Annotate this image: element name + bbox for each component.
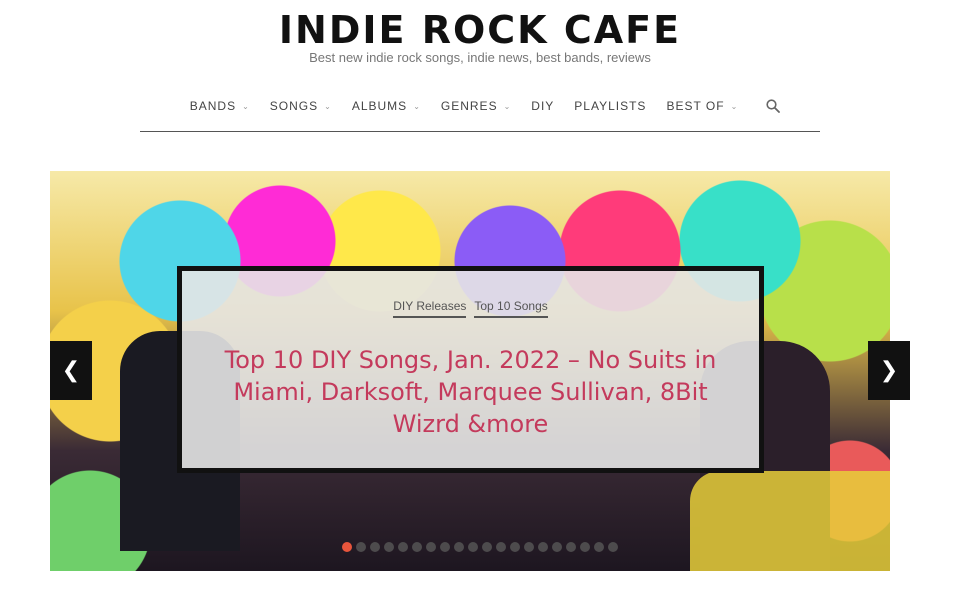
chevron-down-icon: ⌄ [413, 101, 421, 111]
site-tagline: Best new indie rock songs, indie news, b… [309, 50, 651, 65]
slider-dot[interactable] [454, 542, 464, 552]
slider-dot[interactable] [384, 542, 394, 552]
slider-pagination [0, 542, 960, 552]
slider-dot[interactable] [566, 542, 576, 552]
slider-dot[interactable] [510, 542, 520, 552]
search-button[interactable] [766, 94, 781, 118]
featured-slider: DIY Releases Top 10 Songs Top 10 DIY Son… [50, 171, 890, 571]
main-nav: BANDS ⌄ SONGS ⌄ ALBUMS ⌄ GENRES ⌄ DIY PL… [140, 94, 820, 132]
slide-image-shape [690, 471, 890, 571]
slider-prev-button[interactable]: ❮ [50, 341, 92, 400]
nav-item-albums[interactable]: ALBUMS ⌄ [342, 94, 431, 118]
nav-item-playlists[interactable]: PLAYLISTS [564, 94, 656, 118]
nav-item-bands[interactable]: BANDS ⌄ [180, 94, 260, 118]
slide-caption: DIY Releases Top 10 Songs Top 10 DIY Son… [177, 266, 764, 473]
slider-dot[interactable] [342, 542, 352, 552]
category-link[interactable]: DIY Releases [393, 299, 467, 318]
slider-dot[interactable] [440, 542, 450, 552]
slider-dot[interactable] [426, 542, 436, 552]
nav-item-diy[interactable]: DIY [521, 94, 564, 118]
nav-item-label: ALBUMS [351, 99, 408, 113]
nav-item-songs[interactable]: SONGS ⌄ [260, 94, 342, 118]
nav-item-best-of[interactable]: BEST OF ⌄ [656, 94, 748, 118]
nav-item-label: PLAYLISTS [574, 99, 647, 113]
slider-dot[interactable] [594, 542, 604, 552]
chevron-down-icon: ⌄ [730, 101, 739, 111]
site-title[interactable]: INDIE ROCK CAFE [0, 8, 960, 52]
chevron-down-icon: ⌄ [324, 101, 332, 111]
slider-dot[interactable] [356, 542, 366, 552]
chevron-down-icon: ⌄ [242, 101, 250, 111]
slider-dot[interactable] [412, 542, 422, 552]
chevron-left-icon: ❮ [61, 358, 81, 383]
nav-item-label: GENRES [440, 99, 498, 113]
slider-next-button[interactable]: ❯ [868, 341, 910, 400]
nav-item-label: BANDS [189, 99, 237, 113]
chevron-right-icon: ❯ [879, 358, 899, 383]
slider-dot[interactable] [496, 542, 506, 552]
slider-dot[interactable] [524, 542, 534, 552]
slider-dot[interactable] [538, 542, 548, 552]
slider-dot[interactable] [608, 542, 618, 552]
slider-dot[interactable] [370, 542, 380, 552]
category-link[interactable]: Top 10 Songs [474, 299, 548, 318]
nav-item-label: DIY [531, 99, 555, 113]
slider-dot[interactable] [468, 542, 478, 552]
slider-dot[interactable] [552, 542, 562, 552]
slide-title-link[interactable]: Top 10 DIY Songs, Jan. 2022 – No Suits i… [211, 344, 731, 440]
nav-item-genres[interactable]: GENRES ⌄ [431, 94, 521, 118]
nav-item-label: BEST OF [666, 99, 725, 113]
slide-categories: DIY Releases Top 10 Songs [393, 299, 548, 318]
slider-dot[interactable] [580, 542, 590, 552]
slider-dot[interactable] [398, 542, 408, 552]
nav-item-label: SONGS [269, 99, 319, 113]
slider-dot[interactable] [482, 542, 492, 552]
chevron-down-icon: ⌄ [503, 101, 512, 111]
search-icon [766, 99, 781, 113]
